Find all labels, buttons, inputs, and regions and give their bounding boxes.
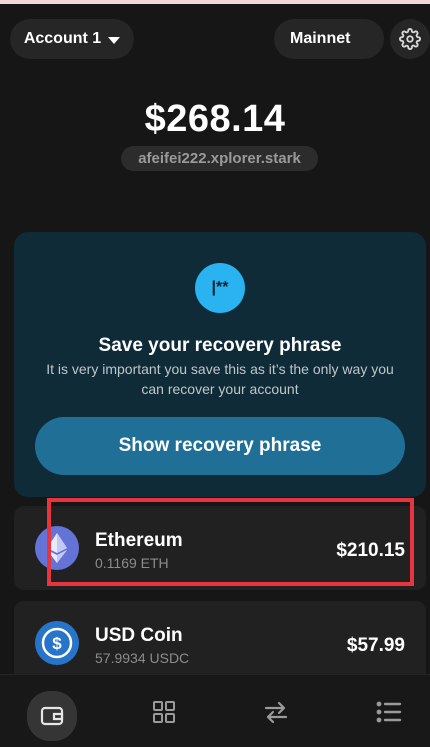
bottom-navigation xyxy=(0,674,430,747)
header: Account 1 Mainnet xyxy=(10,19,430,59)
token-amount: 57.9934 USDC xyxy=(95,650,190,666)
nav-activity[interactable] xyxy=(366,689,412,735)
account-domain[interactable]: afeifei222.xplorer.stark xyxy=(121,146,318,171)
usdc-icon: $ xyxy=(35,621,79,665)
show-recovery-phrase-button[interactable]: Show recovery phrase xyxy=(35,417,405,475)
swap-arrows-icon xyxy=(264,701,288,724)
gear-icon xyxy=(399,28,421,50)
svg-text:$: $ xyxy=(52,634,62,653)
recovery-description: It is very important you save this as it… xyxy=(46,361,394,397)
token-row-usd-coin[interactable]: $ USD Coin 57.9934 USDC $57.99 xyxy=(14,601,426,685)
account-selector-button[interactable]: Account 1 xyxy=(10,19,134,59)
total-balance: $268.14 xyxy=(144,98,286,140)
grid-icon xyxy=(153,701,175,723)
list-icon xyxy=(376,701,402,723)
nav-collections[interactable] xyxy=(141,689,187,735)
settings-button[interactable] xyxy=(390,19,430,59)
nav-wallet[interactable] xyxy=(27,691,77,741)
token-name: USD Coin xyxy=(95,625,183,646)
recovery-phrase-card: |** Save your recovery phrase It is very… xyxy=(14,232,426,497)
highlight-box xyxy=(47,498,414,586)
top-border xyxy=(0,0,430,4)
account-label: Account 1 xyxy=(23,30,102,47)
network-selector-button[interactable]: Mainnet xyxy=(274,19,384,59)
network-label: Mainnet xyxy=(290,30,351,47)
nav-swap[interactable] xyxy=(253,689,299,735)
password-icon: |** xyxy=(195,263,245,313)
caret-down-icon xyxy=(108,36,121,44)
token-value: $57.99 xyxy=(346,635,405,656)
recovery-title: Save your recovery phrase xyxy=(98,335,342,356)
wallet-icon xyxy=(40,706,64,726)
